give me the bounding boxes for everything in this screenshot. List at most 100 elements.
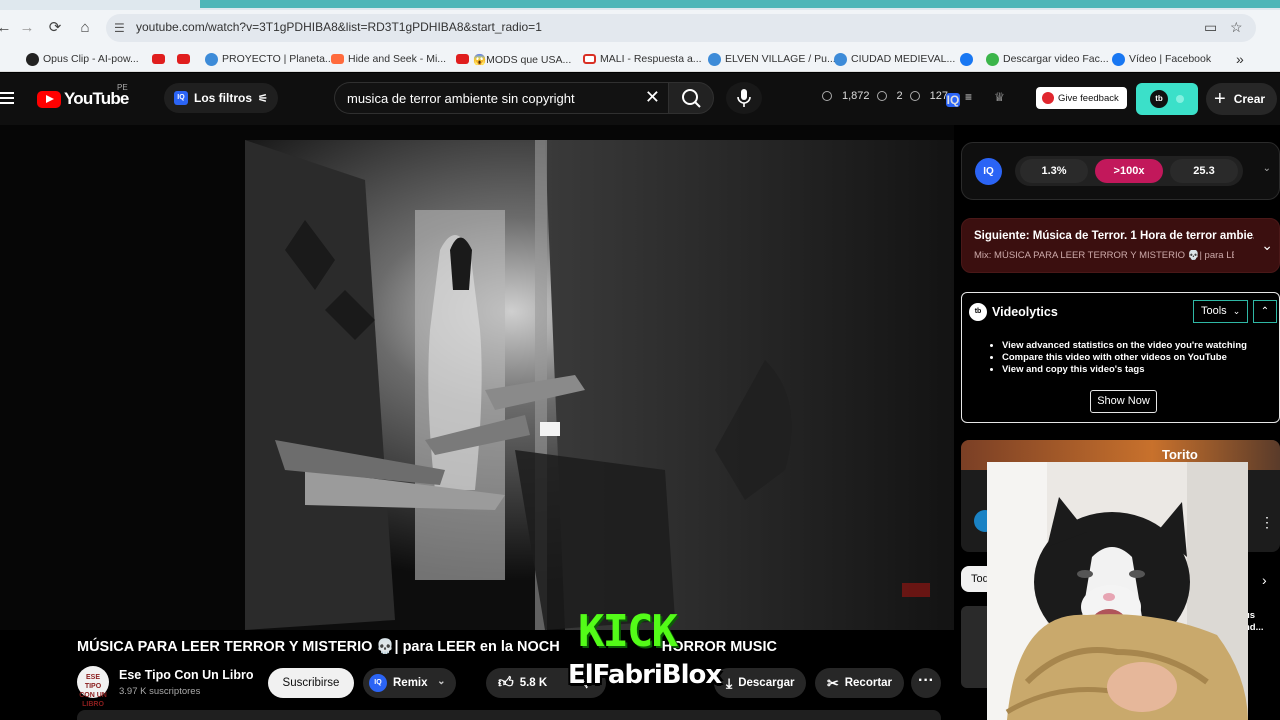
iq-logo-icon[interactable]: IQ (975, 158, 1002, 185)
site-info-icon[interactable]: ☰ (114, 20, 130, 36)
up-next-mix[interactable]: Siguiente: Música de Terror. 1 Hora de t… (961, 218, 1280, 273)
description-box[interactable] (77, 710, 941, 720)
subscribe-button[interactable]: Suscribirse (268, 668, 354, 698)
clear-search-icon[interactable]: ✕ (645, 87, 660, 108)
globe-icon (708, 52, 721, 66)
forward-icon[interactable]: → (17, 18, 37, 38)
active-tab[interactable] (200, 0, 1280, 8)
chevron-down-icon[interactable]: ⌄ (1261, 237, 1273, 254)
bookmark-item[interactable]: Descargar video Fac... (986, 51, 1109, 67)
filter-chip[interactable]: Tod (961, 566, 989, 592)
bookmarks-bar: Opus Clip - AI-pow... PROYECTO | Planeta.… (0, 46, 1280, 72)
video-player[interactable] (0, 125, 954, 630)
channel-avatar[interactable]: ESE TIPO CON UN LIBRO (77, 666, 109, 708)
iq-metric-3[interactable]: 25.3 (1170, 159, 1238, 183)
more-actions-icon[interactable]: ··· (911, 668, 941, 698)
plus-icon: + (1214, 88, 1226, 110)
chevron-down-icon[interactable]: ⌄ (1263, 163, 1271, 174)
bookmark-item[interactable]: CIUDAD MEDIEVAL... (834, 51, 955, 67)
channel-name[interactable]: Ese Tipo Con Un Libro (119, 668, 254, 682)
iq-metric-2[interactable]: >100x (1095, 159, 1163, 183)
download-icon: ⤓ (726, 674, 733, 691)
bookmark-item[interactable] (960, 51, 973, 67)
tab-strip (0, 0, 1280, 10)
bookmark-item[interactable]: ELVEN VILLAGE / Pu... (708, 51, 836, 67)
bookmark-item[interactable] (152, 51, 165, 67)
tools-label: Tools (1201, 305, 1227, 317)
webcam-overlay (987, 462, 1248, 720)
bookmark-item[interactable]: PROYECTO | Planeta... (205, 51, 334, 67)
voice-search-button[interactable] (726, 82, 762, 114)
chevron-down-icon[interactable]: ⌄ (437, 676, 445, 687)
iq-extension-icon[interactable]: IQ (946, 93, 960, 107)
address-row: ← → ⟳ ⌂ ☰ youtube.com/watch?v=3T1gPDHIBA… (0, 10, 1280, 46)
bookmark-label: Opus Clip - AI-pow... (43, 53, 139, 65)
video-frame (245, 140, 954, 630)
back-icon[interactable]: ← (0, 18, 14, 38)
subscriber-count: 3.97 K suscriptores (119, 686, 201, 697)
bookmark-item[interactable]: 😱MODS que USA... (456, 51, 571, 67)
reload-icon[interactable]: ⟳ (45, 18, 65, 38)
home-icon[interactable]: ⌂ (75, 18, 95, 38)
bookmark-item[interactable]: Opus Clip - AI-pow... (26, 51, 139, 67)
fb-icon (960, 52, 973, 66)
trophy-icon[interactable]: ♕ (994, 90, 1005, 104)
youtube-play-icon (37, 90, 61, 108)
feature-item: Compare this video with other videos on … (1002, 352, 1247, 364)
remix-button[interactable]: IQ Remix ⌄ (363, 668, 456, 698)
more-vert-icon[interactable]: ⋮ (1260, 514, 1274, 531)
bookmark-item[interactable] (177, 51, 190, 67)
address-bar[interactable]: ☰ youtube.com/watch?v=3T1gPDHIBA8&list=R… (106, 14, 1256, 42)
video-watermark (902, 583, 930, 597)
eye-icon (876, 91, 887, 101)
bookmark-item[interactable]: Vídeo | Facebook (1112, 51, 1211, 67)
bookmark-label: CIUDAD MEDIEVAL... (851, 53, 956, 65)
bookmark-star-icon[interactable]: ☆ (1230, 19, 1243, 36)
bookmark-label: Hide and Seek - Mi... (348, 53, 447, 65)
youtube-logo[interactable]: YouTube PE (37, 83, 129, 109)
videolytics-panel: tb Videolytics Tools ⌄ ⌃ View advanced s… (961, 292, 1280, 423)
bookmark-item[interactable]: MALI - Respuesta a... (583, 51, 702, 67)
install-icon[interactable]: ▭ (1204, 19, 1217, 36)
list-icon[interactable]: ≡ (965, 90, 972, 104)
scissors-icon: ✂ (827, 674, 839, 691)
tubebuddy-icon: tb (1150, 90, 1168, 108)
menu-icon[interactable] (0, 89, 16, 109)
bookmark-label: PROYECTO | Planeta... (222, 53, 334, 65)
chevron-right-icon[interactable]: › (1262, 572, 1267, 588)
give-feedback-button[interactable]: Give feedback (1036, 87, 1127, 109)
like-button[interactable]: 👍︎ 5.8 K (486, 668, 566, 698)
iq-stats-bar: IQ 1.3% >100x 25.3 ⌄ (961, 142, 1280, 200)
green-icon (986, 52, 999, 66)
filters-button[interactable]: IQ Los filtros ⚟ (164, 83, 278, 113)
sliders-icon: ⚟ (258, 92, 268, 105)
feature-item: View and copy this video's tags (1002, 364, 1247, 376)
stat-live: 2 (896, 90, 903, 102)
show-now-button[interactable]: Show Now (1090, 390, 1157, 413)
bookmark-item[interactable]: Hide and Seek - Mi... (331, 51, 446, 67)
star-icon (331, 54, 344, 64)
feature-list: View advanced statistics on the video yo… (1002, 340, 1247, 376)
search-button[interactable] (668, 82, 714, 114)
create-button[interactable]: + Crear (1206, 83, 1278, 115)
video-stats: 1,872 2 127 (822, 90, 948, 102)
tools-dropdown[interactable]: Tools ⌄ (1193, 300, 1248, 323)
yt-icon (456, 54, 469, 64)
more-bookmarks-icon[interactable]: » (1236, 51, 1244, 67)
tubebuddy-button[interactable]: tb (1136, 83, 1198, 115)
collapse-icon[interactable]: ⌃ (1253, 300, 1277, 323)
clip-button[interactable]: ✂ Recortar (815, 668, 905, 698)
status-dot (1176, 95, 1184, 103)
search-input[interactable]: musica de terror ambiente sin copyright … (334, 82, 668, 114)
iq-metric-1[interactable]: 1.3% (1020, 159, 1088, 183)
stat-views-hour: 1,872 (842, 90, 870, 102)
feedback-icon (1042, 92, 1054, 104)
download-button[interactable]: ⤓ Descargar (714, 668, 807, 698)
like-count: 5.8 K (519, 677, 548, 689)
up-next-title: Siguiente: Música de Terror. 1 Hora de t… (974, 230, 1254, 242)
globe-icon (205, 52, 218, 66)
videolytics-name: Videolytics (992, 305, 1058, 319)
filters-label: Los filtros (194, 91, 253, 105)
videolytics-icon: tb (969, 303, 987, 321)
related-thumbnail[interactable] (961, 606, 989, 688)
